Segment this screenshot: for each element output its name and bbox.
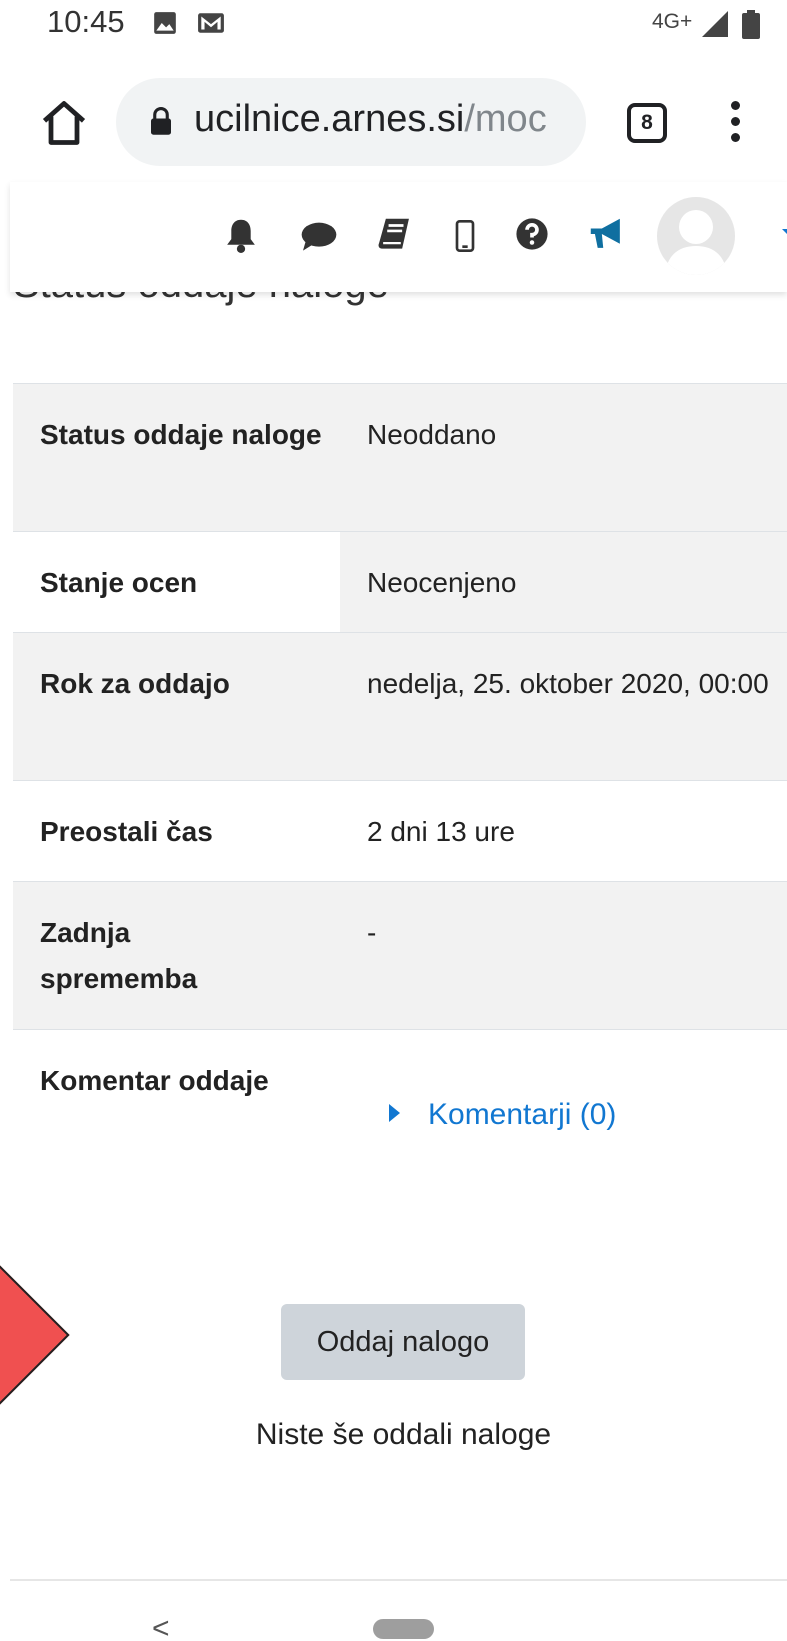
image-icon — [154, 12, 176, 34]
comments-link-label: Komentarji (0) — [428, 1098, 617, 1131]
caret-right-icon — [389, 1104, 400, 1122]
home-icon[interactable] — [38, 97, 90, 149]
row-value: nedelja, 25. oktober 2020, 00:00 — [367, 668, 769, 699]
submission-note: Niste še oddali naloge — [255, 1418, 552, 1451]
submit-assignment-button[interactable]: Oddaj nalogo — [281, 1304, 525, 1380]
url-text: ucilnice.arnes.si/moc — [194, 98, 547, 141]
home-gesture-pill[interactable] — [373, 1619, 434, 1639]
clock: 10:45 — [47, 4, 125, 39]
book-icon[interactable] — [376, 216, 412, 254]
row-value: Neoddano — [367, 419, 497, 450]
table-row: Komentar oddaje Komentarji (0) — [13, 1030, 787, 1180]
address-bar[interactable]: ucilnice.arnes.si/moc — [116, 78, 586, 166]
row-label: Stanje ocen — [40, 567, 198, 598]
row-value: - — [367, 917, 377, 948]
gmail-icon — [198, 13, 224, 33]
megaphone-icon[interactable] — [586, 216, 626, 252]
bell-icon[interactable] — [224, 217, 258, 253]
avatar[interactable] — [657, 197, 735, 275]
chevron-down-icon[interactable] — [782, 229, 787, 238]
row-label: Preostali čas — [40, 816, 213, 847]
tab-switcher-button[interactable]: 8 — [627, 103, 667, 143]
table-row: Preostali čas 2 dni 13 ure — [13, 781, 787, 882]
back-button[interactable]: < — [152, 1612, 170, 1641]
help-icon[interactable] — [515, 217, 549, 251]
table-row: Status oddaje naloge Neoddano — [13, 384, 787, 532]
battery-icon — [742, 10, 760, 39]
table-row: Stanje ocen Neocenjeno — [13, 532, 787, 633]
submission-status-table: Status oddaje naloge Neoddano Stanje oce… — [13, 383, 787, 1180]
status-bar: 10:45 4G+ — [0, 0, 787, 50]
site-navbar — [10, 182, 787, 292]
table-row: Zadnja sprememba - — [13, 882, 787, 1030]
user-icon — [665, 210, 727, 275]
browser-toolbar: ucilnice.arnes.si/moc 8 — [0, 50, 787, 182]
row-label: Rok za oddajo — [40, 668, 230, 699]
row-label: Zadnja sprememba — [40, 917, 198, 994]
chat-icon[interactable] — [300, 220, 338, 252]
red-marker — [0, 1254, 70, 1416]
divider — [10, 1579, 787, 1581]
lock-icon — [151, 106, 171, 135]
signal-icon — [702, 11, 728, 37]
mobile-icon[interactable] — [455, 220, 475, 252]
row-value: 2 dni 13 ure — [367, 816, 515, 847]
more-options-icon[interactable] — [725, 101, 745, 145]
comments-link[interactable]: Komentarji (0) — [389, 1092, 616, 1138]
row-label: Status oddaje naloge — [40, 419, 322, 450]
row-value: Neocenjeno — [340, 532, 787, 632]
url-path: /moc — [464, 98, 547, 140]
table-row: Rok za oddajo nedelja, 25. oktober 2020,… — [13, 633, 787, 781]
row-label: Komentar oddaje — [40, 1065, 269, 1096]
network-type: 4G+ — [652, 10, 693, 33]
url-host: ucilnice.arnes.si — [194, 98, 465, 140]
row-value: Komentarji (0) — [340, 1030, 787, 1180]
